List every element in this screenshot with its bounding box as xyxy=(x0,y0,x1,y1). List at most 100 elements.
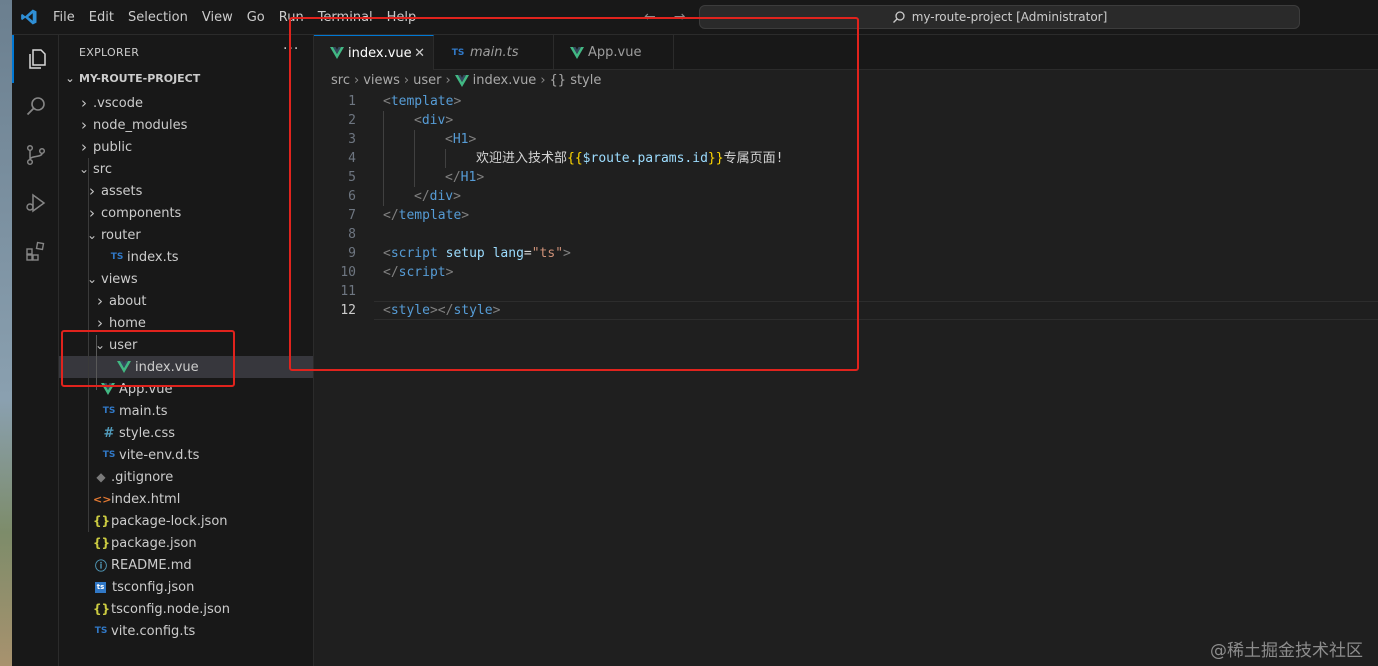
activity-source-control[interactable] xyxy=(12,131,59,179)
tree-file[interactable]: {} tsconfig.node.json xyxy=(59,598,313,620)
breadcrumb-item[interactable]: index.vue xyxy=(473,73,537,88)
tree-file[interactable]: ⓘ README.md xyxy=(59,554,313,576)
tree-item-label: node_modules xyxy=(93,117,188,133)
menu-item-edit[interactable]: Edit xyxy=(89,10,114,25)
breadcrumb-item[interactable]: views xyxy=(363,73,400,88)
tree-folder-node_modules[interactable]: › node_modules xyxy=(59,114,313,136)
tree-folder-public[interactable]: › public xyxy=(59,136,313,158)
tree-item-label: tsconfig.node.json xyxy=(111,601,230,617)
tree-folder-router[interactable]: ⌄ router xyxy=(59,224,313,246)
line-source: </script> xyxy=(383,263,453,282)
tree-file[interactable]: TS vite-env.d.ts xyxy=(59,444,313,466)
project-header[interactable]: ⌄ MY-ROUTE-PROJECT xyxy=(63,72,200,85)
close-icon[interactable]: ✕ xyxy=(414,46,425,61)
vue-file-icon xyxy=(101,383,115,395)
menu-item-go[interactable]: Go xyxy=(247,10,265,25)
tree-file[interactable]: index.vue xyxy=(59,356,313,378)
menu-item-selection[interactable]: Selection xyxy=(128,10,188,25)
nav-forward-button[interactable]: → xyxy=(674,9,686,25)
vue-file-icon xyxy=(570,46,584,59)
info-file-icon: ⓘ xyxy=(94,558,107,573)
tab-label: index.vue xyxy=(348,45,412,61)
editor-area: index.vue ✕ TS main.ts App.vue src › views › use… xyxy=(314,35,1378,666)
code-token: script xyxy=(398,265,446,280)
code-token: > xyxy=(453,189,461,204)
code-token: > xyxy=(468,132,477,147)
command-center-label: my-route-project [Administrator] xyxy=(911,10,1108,24)
tree-item-label: public xyxy=(93,139,133,155)
tree-item-label: vite-env.d.ts xyxy=(119,447,200,463)
tree-folder-home[interactable]: › home xyxy=(59,312,313,334)
line-source: <div> xyxy=(414,111,453,130)
menu-item-help[interactable]: Help xyxy=(387,10,417,25)
activity-explorer[interactable] xyxy=(12,35,59,83)
tree-item-label: package.json xyxy=(111,535,197,551)
nav-back-button[interactable]: ← xyxy=(644,9,656,25)
tree-file[interactable]: ts tsconfig.json xyxy=(59,576,313,598)
tree-folder-src[interactable]: ⌄ src xyxy=(59,158,313,180)
tree-file[interactable]: App.vue xyxy=(59,378,313,400)
tree-item-label: package-lock.json xyxy=(111,513,228,529)
more-actions-button[interactable]: ··· xyxy=(283,41,299,57)
tree-file[interactable]: # style.css xyxy=(59,422,313,444)
tree-file[interactable]: TS main.ts xyxy=(59,400,313,422)
line-source: <template> xyxy=(383,92,461,111)
line-number: 1 xyxy=(348,94,356,109)
tab-index-vue[interactable]: index.vue ✕ xyxy=(314,35,434,70)
tab-label: App.vue xyxy=(588,45,642,60)
ts-file-icon: TS xyxy=(110,252,124,262)
line-number: 8 xyxy=(348,227,356,242)
code-line: 1 <template> xyxy=(314,92,1378,111)
tree-item-label: App.vue xyxy=(119,381,173,397)
activity-extensions[interactable] xyxy=(12,227,59,275)
menu-item-run[interactable]: Run xyxy=(279,10,304,25)
breadcrumb-item[interactable]: user xyxy=(413,73,441,88)
command-center-search[interactable]: my-route-project [Administrator] xyxy=(699,5,1300,29)
tree-item-label: main.ts xyxy=(119,403,168,419)
tree-folder-user[interactable]: ⌄ user xyxy=(59,334,313,356)
tsconfig-file-icon: ts xyxy=(95,581,106,593)
code-token: template xyxy=(390,94,454,109)
chevron-right-icon: › xyxy=(97,314,103,332)
activity-search[interactable] xyxy=(12,83,59,131)
chevron-right-icon: › xyxy=(81,94,87,112)
tree-file[interactable]: <> index.html xyxy=(59,488,313,510)
indent-guide xyxy=(445,149,446,168)
tab-main-ts[interactable]: TS main.ts xyxy=(434,35,554,70)
tree-folder-components[interactable]: › components xyxy=(59,202,313,224)
title-bar: File Edit Selection View Go Run Terminal Help ←… xyxy=(12,0,1378,35)
menu-item-terminal[interactable]: Terminal xyxy=(318,10,373,25)
menu-item-file[interactable]: File xyxy=(53,10,75,25)
tab-App-vue[interactable]: App.vue xyxy=(554,35,674,70)
editor-tabs: index.vue ✕ TS main.ts App.vue xyxy=(314,35,1378,70)
code-token: }} xyxy=(707,151,724,166)
ts-file-icon: TS xyxy=(102,406,116,416)
activity-run-debug[interactable] xyxy=(12,179,59,227)
code-token: $route.params.id xyxy=(582,151,708,166)
activity-bar xyxy=(12,35,59,666)
code-token: "ts" xyxy=(531,246,564,261)
code-line: 11 xyxy=(314,282,1378,301)
code-line: 12 <style></style> xyxy=(314,301,1378,320)
tree-folder-vscode[interactable]: › .vscode xyxy=(59,92,313,114)
tree-file[interactable]: ◆ .gitignore xyxy=(59,466,313,488)
tree-folder-assets[interactable]: › assets xyxy=(59,180,313,202)
code-token: lang xyxy=(492,246,524,261)
code-token: 欢迎进入技术部 xyxy=(476,151,568,166)
tree-folder-about[interactable]: › about xyxy=(59,290,313,312)
search-icon xyxy=(892,11,905,23)
tree-file[interactable]: TS vite.config.ts xyxy=(59,620,313,642)
code-line: 4 欢迎进入技术部{{$route.params.id}}专属页面! xyxy=(314,149,1378,168)
tree-indent-guide xyxy=(88,158,89,532)
files-icon xyxy=(28,49,46,69)
menu-item-view[interactable]: View xyxy=(202,10,233,25)
tree-folder-views[interactable]: ⌄ views xyxy=(59,268,313,290)
breadcrumb-item[interactable]: {} style xyxy=(550,73,602,88)
breadcrumb-item[interactable]: src xyxy=(331,73,350,88)
chevron-right-icon: › xyxy=(81,138,87,156)
tree-file[interactable]: {} package-lock.json xyxy=(59,510,313,532)
tree-file[interactable]: {} package.json xyxy=(59,532,313,554)
tree-file[interactable]: TS index.ts xyxy=(59,246,313,268)
code-line: 5 </H1> xyxy=(314,168,1378,187)
